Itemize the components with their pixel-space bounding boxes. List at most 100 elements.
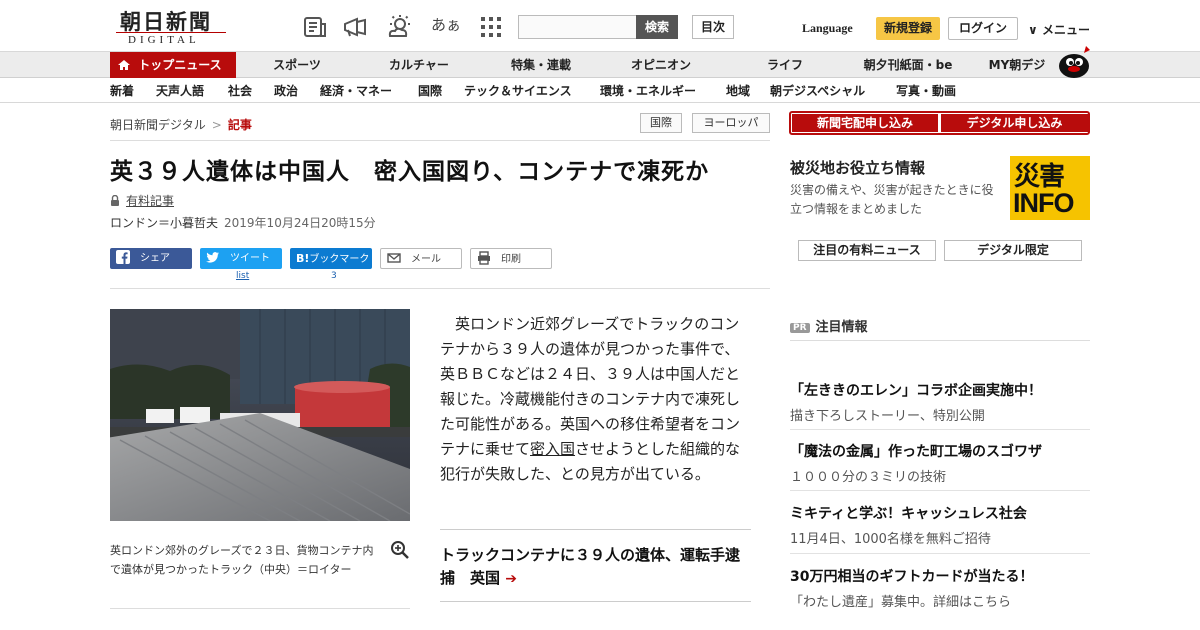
subscribe-paper-button[interactable]: 新聞宅配申し込み bbox=[792, 114, 938, 132]
related-article-link[interactable]: トラックコンテナに３９人の遺体、運転手逮捕 英国 ➔ bbox=[440, 544, 751, 591]
article-photo[interactable] bbox=[110, 309, 410, 521]
nav-my-asadigi[interactable]: MY朝デジ bbox=[982, 52, 1052, 78]
share-hatena-label: ブックマーク bbox=[309, 254, 370, 265]
nav-culture[interactable]: カルチャー bbox=[378, 52, 460, 78]
pr-header-label: 注目情報 bbox=[815, 320, 868, 335]
share-twitter-button[interactable]: ツイート bbox=[200, 248, 282, 269]
share-print-button[interactable]: 印刷 bbox=[470, 248, 552, 269]
subnav-politics[interactable]: 政治 bbox=[274, 79, 298, 103]
breadcrumb-home[interactable]: 朝日新聞デジタル bbox=[110, 118, 206, 132]
pr-item[interactable]: 「左ききのエレン」コラボ企画実施中！ 描き下ろしストーリー、特別公開 bbox=[790, 380, 1090, 424]
share-print-label: 印刷 bbox=[501, 254, 521, 265]
site-header: 朝日新聞 DIGITAL あぁ 検索 目次 Language 新規登録 ログイン… bbox=[0, 0, 1200, 52]
nav-top-news-label: トップニュース bbox=[138, 58, 222, 72]
article-body-text-1: 英ロンドン近郊グレーズでトラックのコンテナから３９人の遺体が見つかった事件で、英… bbox=[440, 315, 741, 458]
mail-icon bbox=[387, 253, 401, 263]
disaster-info-title[interactable]: 被災地お役立ち情報 bbox=[790, 157, 925, 178]
divider bbox=[110, 608, 410, 609]
pr-item-title: ミキティと学ぶ！キャッシュレス社会 bbox=[790, 506, 1027, 522]
facebook-icon bbox=[116, 250, 130, 264]
share-hatena-button[interactable]: B!ブックマーク bbox=[290, 248, 372, 269]
pr-item-desc: １０００分の３ミリの技術 bbox=[790, 470, 947, 485]
byline: ロンドン＝小暮哲夫 2019年10月24日20時15分 bbox=[110, 214, 376, 231]
pr-badge: PR bbox=[790, 323, 810, 333]
breadcrumb-current: 記事 bbox=[227, 118, 252, 132]
share-mail-button[interactable]: メール bbox=[380, 248, 462, 269]
font-size-icon[interactable]: あぁ bbox=[431, 14, 461, 35]
megaphone-icon[interactable] bbox=[342, 14, 368, 40]
grid-menu-icon[interactable] bbox=[478, 14, 504, 40]
subnav-photo-video[interactable]: 写真・動画 bbox=[896, 79, 956, 103]
pr-item-title: 30万円相当のギフトカードが当たる！ bbox=[790, 569, 1034, 585]
share-facebook-button[interactable]: シェア bbox=[110, 248, 192, 269]
disaster-info-description: 災害の備えや、災害が起きたときに役立つ情報をまとめました bbox=[790, 183, 994, 216]
pr-item[interactable]: 「魔法の金属」作った町工場のスゴワザ １０００分の３ミリの技術 bbox=[790, 441, 1090, 485]
arrow-right-icon: ➔ bbox=[505, 571, 517, 587]
tab-digital-limited[interactable]: デジタル限定 bbox=[944, 240, 1082, 261]
subnav-environment[interactable]: 環境・エネルギー bbox=[600, 79, 696, 103]
pr-item-title: 「左ききのエレン」コラボ企画実施中！ bbox=[790, 383, 1042, 399]
menu-button[interactable]: ∨ メニュー bbox=[1028, 21, 1090, 38]
menu-label: メニュー bbox=[1041, 23, 1090, 37]
search-input[interactable] bbox=[518, 15, 636, 39]
share-twitter-label: ツイート bbox=[230, 253, 270, 264]
pr-header: PR 注目情報 bbox=[790, 316, 868, 335]
keyword-link[interactable]: 密入国 bbox=[530, 440, 575, 458]
language-link[interactable]: Language bbox=[802, 21, 853, 36]
tab-paid-news[interactable]: 注目の有料ニュース bbox=[798, 240, 936, 261]
nav-paper[interactable]: 朝夕刊紙面・be bbox=[856, 52, 960, 78]
weather-icon[interactable] bbox=[386, 14, 412, 40]
lock-icon bbox=[111, 195, 119, 206]
toc-button[interactable]: 目次 bbox=[692, 15, 734, 39]
divider bbox=[440, 601, 751, 602]
asahi-digital-logo[interactable]: 朝日新聞 DIGITAL bbox=[112, 6, 230, 48]
disaster-info-logo[interactable]: 災害 INFO bbox=[1010, 156, 1090, 220]
pr-item-desc: 描き下ろしストーリー、特別公開 bbox=[790, 409, 985, 424]
twitter-icon bbox=[206, 252, 219, 263]
login-button[interactable]: ログイン bbox=[948, 17, 1018, 40]
divider bbox=[110, 288, 770, 289]
tag-international[interactable]: 国際 bbox=[640, 113, 682, 133]
article-body: 英ロンドン近郊グレーズでトラックのコンテナから３９人の遺体が見つかった事件で、英… bbox=[440, 312, 752, 487]
subnav-tech-science[interactable]: テック＆サイエンス bbox=[464, 79, 572, 103]
pr-item[interactable]: ミキティと学ぶ！キャッシュレス社会 11月4日、1000名様を無料ご招待 bbox=[790, 503, 1090, 547]
subnav-society[interactable]: 社会 bbox=[228, 79, 252, 103]
tag-europe[interactable]: ヨーロッパ bbox=[692, 113, 770, 133]
subnav-latest[interactable]: 新着 bbox=[110, 79, 134, 103]
nav-top-news[interactable]: トップニュース bbox=[110, 52, 236, 78]
pr-item[interactable]: 30万円相当のギフトカードが当たる！ 「わたし遺産」募集中。詳細はこちら bbox=[790, 566, 1090, 610]
zoom-icon[interactable] bbox=[390, 540, 410, 560]
related-article-title: トラックコンテナに３９人の遺体、運転手逮捕 英国 bbox=[440, 546, 741, 587]
subnav-region[interactable]: 地域 bbox=[726, 79, 750, 103]
twitter-count[interactable]: list bbox=[236, 271, 249, 281]
paid-article-badge[interactable]: 有料記事 bbox=[110, 192, 174, 209]
divider bbox=[790, 429, 1090, 430]
primary-nav: トップニュース スポーツ カルチャー 特集・連載 オピニオン ライフ 朝夕刊紙面… bbox=[0, 46, 1200, 78]
pr-item-desc: 「わたし遺産」募集中。詳細はこちら bbox=[790, 595, 1012, 610]
nav-opinion[interactable]: オピニオン bbox=[620, 52, 702, 78]
subnav-tenseijingo[interactable]: 天声人語 bbox=[156, 79, 204, 103]
divider bbox=[440, 529, 751, 530]
timestamp: 2019年10月24日20時15分 bbox=[224, 216, 376, 230]
hatena-count: 3 bbox=[331, 271, 337, 281]
nav-features[interactable]: 特集・連載 bbox=[500, 52, 582, 78]
article-title: 英３９人遺体は中国人 密入国図り、コンテナで凍死か bbox=[110, 159, 710, 185]
newspaper-icon[interactable] bbox=[302, 14, 328, 40]
subnav-international[interactable]: 国際 bbox=[418, 79, 442, 103]
author: ロンドン＝小暮哲夫 bbox=[110, 216, 219, 230]
breadcrumb: 朝日新聞デジタル > 記事 bbox=[110, 116, 252, 133]
subscribe-digital-button[interactable]: デジタル申し込み bbox=[941, 114, 1088, 132]
print-icon bbox=[478, 251, 490, 265]
subscribe-box: 新聞宅配申し込み デジタル申し込み bbox=[789, 111, 1090, 135]
search-button[interactable]: 検索 bbox=[636, 15, 678, 39]
subnav-economy[interactable]: 経済・マネー bbox=[320, 79, 392, 103]
subnav-special[interactable]: 朝デジスペシャル bbox=[770, 79, 865, 103]
article-photo-image bbox=[110, 309, 410, 521]
logo-latin: DIGITAL bbox=[128, 34, 200, 46]
nav-sports[interactable]: スポーツ bbox=[262, 52, 332, 78]
share-facebook-label: シェア bbox=[140, 253, 170, 264]
divider bbox=[790, 490, 1090, 491]
signup-button[interactable]: 新規登録 bbox=[876, 17, 940, 40]
nav-life[interactable]: ライフ bbox=[752, 52, 818, 78]
logo-rule bbox=[116, 32, 226, 33]
